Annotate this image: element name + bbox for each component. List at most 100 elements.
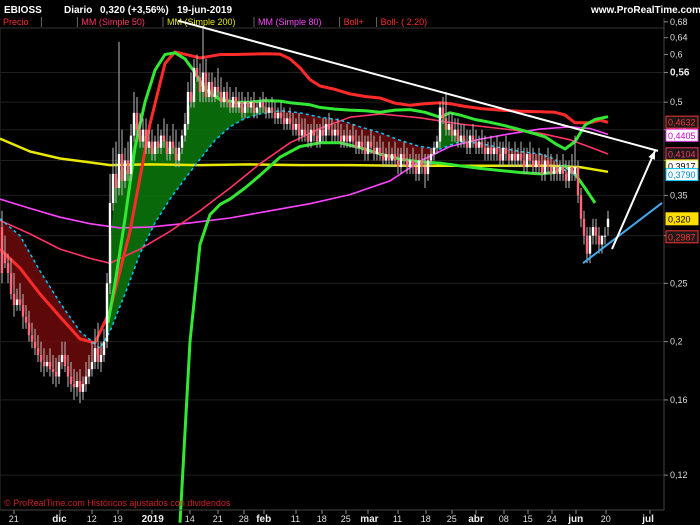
candle-body — [33, 341, 37, 349]
x-tick-label: jul — [641, 514, 654, 525]
candle-body — [360, 141, 364, 148]
candle-body — [429, 154, 433, 161]
candle-body — [315, 135, 319, 142]
trend-fill — [45, 278, 48, 365]
candle-body — [486, 147, 490, 155]
candle-body — [195, 67, 199, 78]
x-tick-label: 19 — [113, 514, 123, 524]
candle-body — [186, 91, 190, 124]
y-tick-label: 0,64 — [670, 33, 688, 43]
candle-body — [513, 154, 517, 161]
x-tick-label: 25 — [341, 514, 351, 524]
candle-body — [498, 154, 502, 161]
candle-body — [459, 135, 463, 142]
candle-body — [507, 154, 511, 161]
candle-body — [435, 141, 439, 148]
candle-body — [174, 147, 178, 161]
candle-body — [357, 141, 361, 148]
candle-body — [120, 154, 124, 181]
candle-body — [465, 141, 469, 148]
candle-body — [15, 299, 19, 306]
candle-body — [54, 372, 58, 377]
candle-body — [279, 112, 283, 119]
candle-body — [297, 123, 301, 136]
candle-body — [582, 218, 586, 236]
candle-body — [246, 102, 250, 108]
candle-body — [105, 283, 109, 342]
candle-body — [156, 141, 160, 148]
y-tick-label: 0,16 — [670, 395, 688, 405]
candle-body — [198, 77, 202, 92]
candle-body — [282, 118, 286, 124]
candle-body — [606, 218, 610, 228]
candle-body — [477, 141, 481, 148]
candle-body — [30, 335, 34, 342]
candle-body — [276, 112, 280, 119]
candle-body — [45, 361, 49, 367]
candle-body — [555, 167, 559, 174]
candle-body — [207, 82, 211, 97]
x-tick-label: 15 — [523, 514, 533, 524]
candle-body — [117, 154, 121, 189]
candle-body — [471, 135, 475, 142]
candle-body — [363, 147, 367, 155]
candle-body — [96, 348, 100, 362]
candle-body — [585, 235, 589, 254]
candle-body — [372, 147, 376, 155]
x-tick-label: 25 — [447, 514, 457, 524]
x-tick-label: 24 — [547, 514, 557, 524]
site-label: www.ProRealTime.com — [590, 5, 700, 16]
candle-body — [333, 129, 337, 136]
date-label: 19-jun-2019 — [177, 5, 232, 16]
candle-body — [348, 135, 352, 142]
candle-body — [48, 361, 52, 370]
candle-body — [90, 361, 94, 370]
candle-body — [501, 147, 505, 161]
candle-body — [591, 227, 595, 236]
candle-body — [492, 147, 496, 155]
candle-body — [285, 118, 289, 124]
candle-body — [138, 129, 142, 142]
legend-item: Boll- ( 2.20) — [381, 17, 428, 27]
candle-body — [81, 384, 85, 392]
candle-body — [564, 173, 568, 181]
candle-body — [147, 141, 151, 148]
candle-body — [24, 316, 28, 323]
candle-body — [165, 141, 169, 155]
candle-body — [534, 160, 538, 168]
candle-body — [243, 102, 247, 113]
x-tick-label: 14 — [185, 514, 195, 524]
candle-body — [336, 129, 340, 136]
candle-body — [342, 135, 346, 142]
candle-body — [258, 102, 262, 108]
candle-body — [132, 112, 136, 136]
candle-body — [561, 167, 565, 174]
x-tick-label: jun — [567, 514, 583, 525]
candle-body — [396, 160, 400, 168]
x-tick-label: 11 — [291, 514, 300, 524]
candle-body — [495, 147, 499, 155]
candle-body — [0, 227, 4, 274]
candle-body — [261, 102, 265, 108]
candle-body — [291, 123, 295, 130]
candle-body — [312, 129, 316, 136]
candle-body — [3, 253, 7, 264]
candle-body — [57, 361, 61, 377]
candle-body — [531, 160, 535, 168]
candle-body — [135, 112, 139, 130]
legend-item: MM (Simple 50) — [81, 17, 145, 27]
candle-body — [420, 160, 424, 168]
candle-body — [594, 227, 598, 236]
candle-body — [384, 154, 388, 161]
candle-body — [213, 86, 217, 97]
candle-body — [216, 86, 220, 92]
price-chart[interactable]: EBIOSS Diario 0,320 (+3,56%) 19-jun-2019… — [0, 0, 700, 525]
price-badge-text: 0,3790 — [668, 170, 696, 180]
candle-body — [351, 135, 355, 142]
candle-body — [306, 135, 310, 142]
footer-copyright: © ProRealTime.com Históricos ajustados c… — [4, 498, 231, 508]
trend-fill — [162, 138, 165, 212]
candle-body — [510, 154, 514, 161]
candle-body — [321, 129, 325, 136]
legend-item: MM (Simple 200) — [167, 17, 236, 27]
